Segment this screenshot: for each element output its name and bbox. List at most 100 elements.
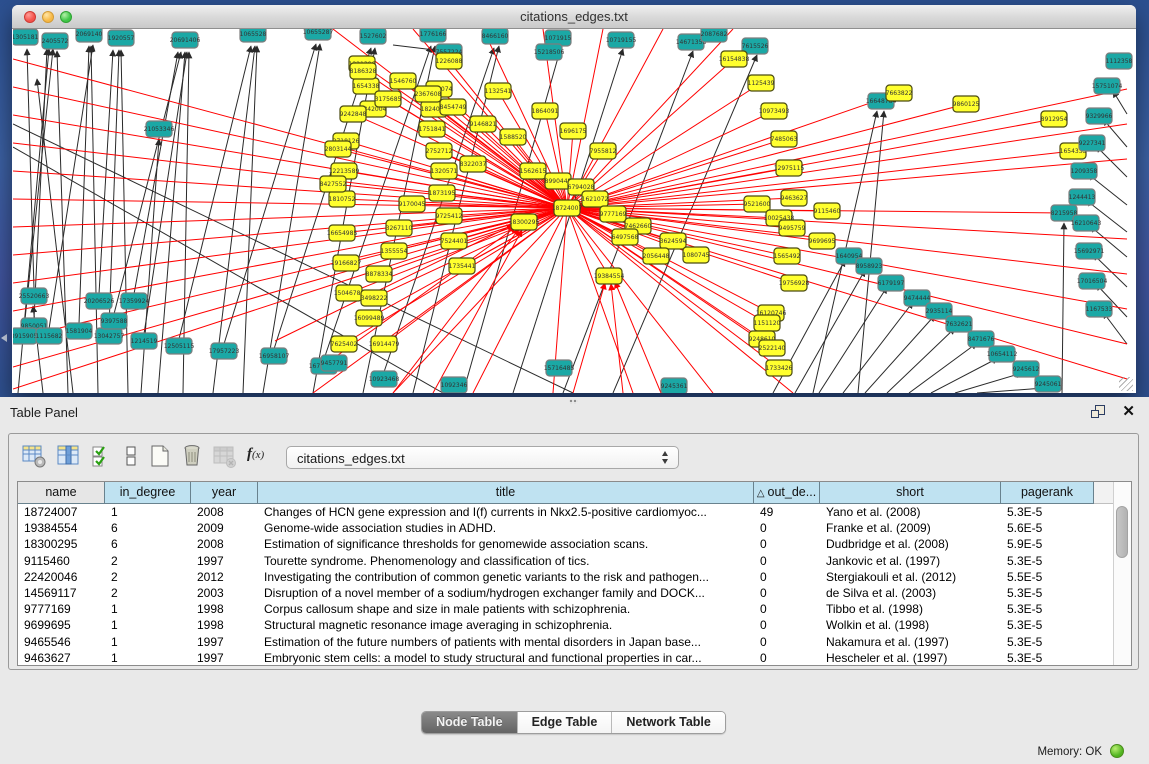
column-header-name[interactable]: name <box>18 482 105 504</box>
column-header-short[interactable]: short <box>820 482 1001 504</box>
table-cell: 1 <box>105 650 191 666</box>
svg-text:9725412: 9725412 <box>436 213 463 220</box>
table-row[interactable]: 911546021997Tourette syndrome. Phenomeno… <box>18 553 1114 569</box>
table-row[interactable]: 1456911722003Disruption of a novel membe… <box>18 585 1114 601</box>
table-cell: 18724007 <box>18 504 105 520</box>
table-row[interactable]: 977716911998Corpus callosum shape and si… <box>18 601 1114 617</box>
network-graph[interactable]: 1305181240557220691401920557206914061065… <box>13 29 1135 393</box>
svg-text:2087682: 2087682 <box>701 31 728 38</box>
svg-text:1654338: 1654338 <box>353 83 380 90</box>
svg-text:1696175: 1696175 <box>560 128 587 135</box>
table-cell: Estimation of the future numbers of pati… <box>258 634 754 650</box>
table-vertical-scrollbar[interactable] <box>1113 482 1131 665</box>
column-header-pagerank[interactable]: pagerank <box>1001 482 1094 504</box>
table-cell: Yano et al. (2008) <box>820 504 1001 520</box>
svg-text:1864091: 1864091 <box>532 108 559 115</box>
svg-text:1132541: 1132541 <box>485 88 512 95</box>
row-layout-icon[interactable] <box>119 443 145 469</box>
select-rows-icon[interactable] <box>89 443 115 469</box>
svg-text:16914479: 16914479 <box>369 341 400 348</box>
table-cell: 1 <box>105 617 191 633</box>
table-cell: 18300295 <box>18 536 105 552</box>
column-header-year[interactable]: year <box>191 482 258 504</box>
table-cell: Tourette syndrome. Phenomenology and cla… <box>258 553 754 569</box>
delete-table-icon <box>211 443 237 469</box>
svg-text:15692971: 15692971 <box>1074 248 1105 255</box>
table-cell: 6 <box>105 536 191 552</box>
table-row[interactable]: 1938455462009Genome-wide association stu… <box>18 520 1114 536</box>
table-cell: Corpus callosum shape and size in male p… <box>258 601 754 617</box>
table-body: 18724007 1 2008Changes of HCN gene express… <box>18 504 1114 666</box>
svg-text:1527602: 1527602 <box>360 33 387 40</box>
node-table: namein_degreeyeartitle△out_de...shortpag… <box>17 481 1132 666</box>
panel-collapse-arrow-icon[interactable] <box>1 334 7 342</box>
svg-text:3267110: 3267110 <box>386 225 413 232</box>
table-panel-title: Table Panel <box>10 405 78 420</box>
tab-edge-table[interactable]: Edge Table <box>518 712 613 733</box>
tab-node-table[interactable]: Node Table <box>422 712 517 733</box>
table-cell: 1998 <box>191 601 258 617</box>
svg-text:2522140: 2522140 <box>759 345 786 352</box>
table-header-row: namein_degreeyeartitle△out_de...shortpag… <box>18 482 1114 504</box>
svg-text:1115682: 1115682 <box>36 333 63 340</box>
svg-text:9245612: 9245612 <box>1013 366 1040 373</box>
table-cell: 49 <box>754 504 820 520</box>
svg-text:10654112: 10654112 <box>987 351 1018 358</box>
table-cell: 0 <box>754 553 820 569</box>
svg-text:10655287: 10655287 <box>303 29 334 36</box>
status-bar: Memory: OK <box>9 740 1138 764</box>
svg-text:1873195: 1873195 <box>429 190 456 197</box>
svg-text:1920557: 1920557 <box>108 35 135 42</box>
svg-text:1071915: 1071915 <box>545 35 572 42</box>
table-cell: 2008 <box>191 536 258 552</box>
table-cell: 2 <box>105 585 191 601</box>
function-builder-icon[interactable]: f(x) <box>247 446 273 472</box>
memory-status-indicator[interactable] <box>1110 744 1124 758</box>
svg-text:1581904: 1581904 <box>66 328 93 335</box>
column-header-out_de[interactable]: △out_de... <box>754 482 820 504</box>
window-titlebar[interactable]: citations_edges.txt <box>12 5 1136 29</box>
svg-text:8466160: 8466160 <box>482 33 509 40</box>
table-row[interactable]: 969969511998Structural magnetic resonanc… <box>18 617 1114 633</box>
table-options-icon[interactable] <box>21 443 47 469</box>
svg-text:8471676: 8471676 <box>968 336 995 343</box>
column-header-in_degree[interactable]: in_degree <box>105 482 191 504</box>
svg-text:6497568: 6497568 <box>612 234 639 241</box>
svg-text:3175685: 3175685 <box>375 96 402 103</box>
table-cell: 9465546 <box>18 634 105 650</box>
delete-column-icon[interactable] <box>179 443 205 469</box>
table-cell: Changes of HCN gene expression and I(f) … <box>258 504 754 520</box>
svg-text:7632621: 7632621 <box>946 321 973 328</box>
svg-text:9146821: 9146821 <box>470 121 497 128</box>
svg-text:16958107: 16958107 <box>259 353 290 360</box>
table-row[interactable]: 1830029562008Estimation of significance … <box>18 536 1114 552</box>
new-column-icon[interactable] <box>147 443 173 469</box>
svg-text:16210643: 16210643 <box>1071 220 1102 227</box>
table-row[interactable]: 946554611997Estimation of the future num… <box>18 634 1114 650</box>
network-window[interactable]: citations_edges.txt 13051812405572206914… <box>12 5 1136 393</box>
window-resize-grip[interactable] <box>1119 377 1133 391</box>
stepper-arrows-icon <box>662 451 668 464</box>
table-row[interactable]: 2242004622012Investigating the contribut… <box>18 569 1114 585</box>
svg-text:9474444: 9474444 <box>904 295 931 302</box>
svg-text:9457791: 9457791 <box>321 360 348 367</box>
table-row[interactable]: 1872400712008Changes of HCN gene express… <box>18 504 1114 520</box>
table-cell: Structural magnetic resonance image aver… <box>258 617 754 633</box>
show-column-icon[interactable] <box>55 443 81 469</box>
close-panel-icon[interactable]: ✕ <box>1122 402 1135 420</box>
column-header-title[interactable]: title <box>258 482 754 504</box>
network-canvas[interactable]: 1305181240557220691401920557206914061065… <box>13 29 1135 393</box>
svg-text:1810752: 1810752 <box>329 196 356 203</box>
svg-text:12975115: 12975115 <box>774 165 805 172</box>
table-row[interactable]: 946362711997Embryonic stem cells: a mode… <box>18 650 1114 666</box>
scrollbar-thumb[interactable] <box>1116 506 1128 558</box>
svg-text:1226088: 1226088 <box>436 58 463 65</box>
tab-network-table[interactable]: Network Table <box>612 712 725 733</box>
svg-text:12505115: 12505115 <box>164 343 195 350</box>
table-selector-dropdown[interactable]: citations_edges.txt <box>286 446 679 469</box>
svg-text:1751841: 1751841 <box>419 126 446 133</box>
svg-text:19384554: 19384554 <box>594 273 625 280</box>
svg-text:1167533: 1167533 <box>1086 306 1113 313</box>
float-panel-icon[interactable] <box>1091 405 1105 418</box>
table-cell: 0 <box>754 569 820 585</box>
